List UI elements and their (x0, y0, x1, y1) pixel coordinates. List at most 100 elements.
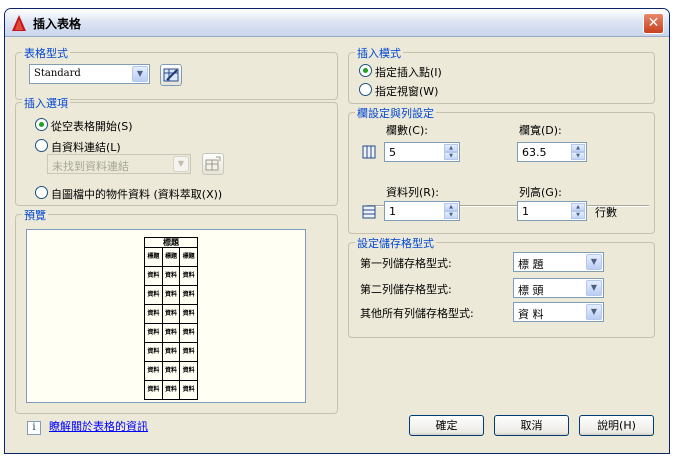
data-rows-label: 資料列(R): (386, 186, 439, 199)
other-rows-style-label: 其他所有列儲存格型式: (360, 307, 474, 320)
preview-data-cell: 資料 (161, 380, 181, 400)
first-row-style-label: 第一列儲存格型式: (360, 257, 452, 270)
dropdown-arrow-icon: ▼ (132, 66, 148, 82)
columns-label: 欄數(C): (386, 124, 428, 137)
preview-data-cell: 資料 (144, 266, 163, 286)
preview-data-cell: 資料 (179, 380, 198, 400)
row-height-unit: 行數 (595, 206, 617, 219)
window-label[interactable]: 指定視窗(W) (375, 83, 438, 99)
radio-insertion-point[interactable] (359, 64, 372, 77)
dropdown-arrow-icon: ▼ (173, 156, 189, 172)
first-row-style-select[interactable]: 標 題 ▼ (513, 252, 604, 272)
preview-data-row: 資料 資料 資料 (144, 361, 198, 381)
other-rows-style-select[interactable]: 資 料 ▼ (513, 302, 604, 322)
preview-data-cell: 資料 (179, 323, 198, 343)
preview-data-cell: 資料 (161, 304, 181, 324)
preview-data-cell: 資料 (161, 323, 181, 343)
preview-data-row: 資料 資料 資料 (144, 266, 198, 286)
cell-styles-title: 設定儲存格型式 (355, 235, 436, 251)
second-row-style-label: 第二列儲存格型式: (360, 283, 452, 296)
dropdown-arrow-icon: ▼ (586, 254, 602, 270)
insertion-behavior-title: 插入模式 (355, 45, 403, 61)
columns-value: 5 (389, 146, 396, 159)
close-button[interactable]: ✕ (643, 13, 664, 34)
table-style-select[interactable]: Standard ▼ (29, 64, 150, 84)
insertion-point-label[interactable]: 指定插入點(I) (375, 64, 442, 80)
columns-icon (362, 145, 376, 159)
app-icon (12, 15, 26, 31)
column-width-value: 63.5 (522, 146, 547, 159)
preview-data-cell: 資料 (179, 361, 198, 381)
close-icon: ✕ (647, 15, 660, 31)
row-height-label: 列高(G): (519, 186, 562, 199)
preview-data-row: 資料 資料 資料 (144, 304, 198, 324)
preview-data-cell: 資料 (179, 304, 198, 324)
preview-group: 預覽 標題 標題 標題 標題 資料 資料 資料 資料 資料 資料 資料 資料 資料 資料 資料 資料 資料 資料資… (15, 207, 338, 414)
preview-table: 標題 標題 標題 標題 資料 資料 資料 資料 資料 資料 資料 資料 資料 資料 資料 資料 資料 資料 資料 資料… (144, 237, 198, 400)
column-width-label: 欄寬(D): (519, 124, 562, 137)
rows-icon (362, 205, 376, 219)
table-style-title: 表格型式 (22, 45, 70, 61)
table-style-dialog-icon (163, 68, 179, 82)
ok-label: 確定 (435, 419, 458, 432)
ok-button[interactable]: 確定 (409, 415, 484, 436)
second-row-style-value: 標 頭 (518, 284, 544, 297)
other-rows-style-value: 資 料 (518, 308, 544, 321)
spinner-icon[interactable]: ▲ ▼ (444, 144, 458, 160)
preview-data-row: 資料 資料 資料 (144, 285, 198, 305)
preview-data-cell: 資料 (144, 380, 163, 400)
data-link-manager-icon (205, 156, 221, 171)
title-bar[interactable]: 插入表格 ✕ (5, 9, 669, 37)
preview-data-row: 資料 資料 資料 (144, 380, 198, 400)
preview-data-cell: 資料 (179, 342, 198, 362)
data-rows-spinner[interactable]: 1 ▲ ▼ (384, 201, 460, 221)
first-row-style-value: 標 題 (518, 258, 544, 271)
data-link-manager-button (202, 153, 224, 175)
preview-header-cell: 標題 (161, 247, 181, 267)
preview-data-cell: 資料 (161, 361, 181, 381)
radio-object-data[interactable] (35, 186, 48, 199)
preview-data-cell: 資料 (144, 342, 163, 362)
info-glyph: i (32, 422, 36, 433)
table-help-link[interactable]: 瞭解關於表格的資訊 (49, 418, 148, 434)
preview-data-row: 資料 資料 資料 (144, 323, 198, 343)
columns-spinner[interactable]: 5 ▲ ▼ (384, 142, 460, 162)
from-data-link-label[interactable]: 自資料連結(L) (51, 139, 121, 155)
radio-from-empty-table[interactable] (35, 118, 48, 131)
row-height-spinner[interactable]: 1 ▲ ▼ (517, 201, 587, 221)
preview-header-cell: 標題 (179, 247, 198, 267)
cancel-button[interactable]: 取消 (494, 415, 569, 436)
spinner-icon[interactable]: ▲ ▼ (571, 144, 585, 160)
object-data-label[interactable]: 自圖檔中的物件資料 (資料萃取(X)) (51, 186, 222, 202)
spinner-icon[interactable]: ▲ ▼ (444, 203, 458, 219)
table-style-value: Standard (34, 68, 81, 79)
spinner-icon[interactable]: ▲ ▼ (571, 203, 585, 219)
insert-table-dialog: 插入表格 ✕ 表格型式 Standard ▼ 插入選項 從空表格開始(S) 自資… (4, 8, 670, 454)
column-row-title: 欄設定與列設定 (355, 105, 436, 121)
insert-options-title: 插入選項 (22, 95, 70, 111)
help-button[interactable]: 說明(H) (579, 415, 654, 436)
window-title: 插入表格 (33, 17, 82, 31)
preview-data-cell: 資料 (161, 266, 181, 286)
from-empty-table-label[interactable]: 從空表格開始(S) (51, 118, 133, 134)
data-link-select: 未找到資料連結 ▼ (47, 154, 191, 174)
dropdown-arrow-icon: ▼ (586, 280, 602, 296)
preview-data-cell: 資料 (144, 304, 163, 324)
info-icon: i (27, 421, 41, 435)
column-width-spinner[interactable]: 63.5 ▲ ▼ (517, 142, 587, 162)
preview-data-cell: 資料 (161, 285, 181, 305)
preview-data-cell: 資料 (144, 323, 163, 343)
radio-from-data-link[interactable] (35, 139, 48, 152)
row-height-value: 1 (522, 205, 529, 218)
table-style-dialog-button[interactable] (160, 64, 182, 86)
preview-data-cell: 資料 (144, 361, 163, 381)
radio-window[interactable] (359, 83, 372, 96)
cancel-label: 取消 (520, 419, 543, 432)
data-rows-value: 1 (389, 205, 396, 218)
preview-data-row: 資料 資料 資料 (144, 342, 198, 362)
data-link-value: 未找到資料連結 (52, 160, 129, 173)
preview-data-cell: 資料 (161, 342, 181, 362)
preview-header-cell: 標題 (144, 247, 163, 267)
help-label: 說明(H) (597, 419, 636, 432)
second-row-style-select[interactable]: 標 頭 ▼ (513, 278, 604, 298)
